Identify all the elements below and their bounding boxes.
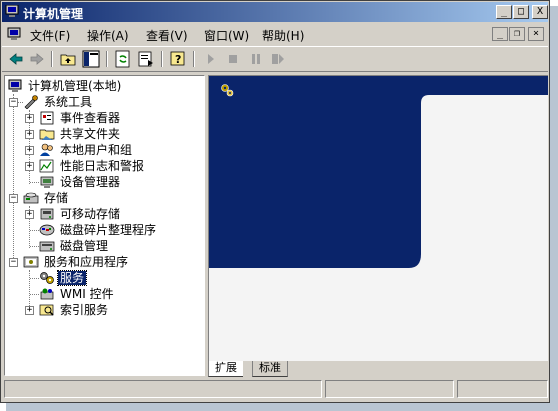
removable-storage-icon [40, 208, 54, 220]
computer-icon [5, 5, 19, 17]
collapse-toggle[interactable]: − [9, 258, 18, 267]
back-icon[interactable] [7, 50, 25, 68]
tree-node-label: 事件查看器 [60, 111, 121, 125]
event-viewer-icon [40, 111, 54, 125]
tree-node-label: 共享文件夹 [60, 127, 121, 141]
menu-window[interactable]: 窗口(W) [204, 27, 249, 44]
expand-toggle[interactable]: + [25, 162, 34, 171]
tree-connector [30, 278, 39, 279]
tab-extended[interactable]: 扩展 [208, 361, 243, 377]
tree-node-label: 本地用户和组 [60, 143, 133, 157]
menu-bar: 文件(F) 操作(A) 查看(V) 窗口(W) 帮助(H) _ ❐ × [2, 23, 548, 45]
title-bar[interactable]: 计算机管理 _ □ X [2, 2, 548, 22]
services-banner [209, 76, 548, 268]
help-icon[interactable]: ? [169, 50, 187, 68]
tree-connector [13, 94, 14, 264]
console-tree[interactable]: 计算机管理(本地) − 系统工具 + 事件查看器 + 共享文件夹 + 本地用户和… [4, 75, 205, 376]
storage-icon [23, 192, 39, 204]
menu-view[interactable]: 查看(V) [146, 27, 188, 44]
minimize-button[interactable]: _ [496, 5, 512, 19]
status-cell [325, 380, 454, 398]
performance-icon [39, 159, 54, 173]
toolbar-separator [51, 51, 53, 67]
tree-connector [30, 294, 39, 295]
expand-toggle[interactable]: + [25, 210, 34, 219]
expand-toggle[interactable]: + [25, 146, 34, 155]
toolbar-separator [193, 51, 195, 67]
menu-help[interactable]: 帮助(H) [262, 27, 304, 44]
mdi-restore-button[interactable]: ❐ [509, 27, 525, 41]
tree-node-label: 服务和应用程序 [44, 255, 129, 269]
mdi-minimize-button[interactable]: _ [492, 27, 508, 41]
collapse-toggle[interactable]: − [9, 194, 18, 203]
expand-toggle[interactable]: + [25, 114, 34, 123]
tree-node-label: WMI 控件 [60, 287, 114, 301]
users-icon [40, 143, 53, 156]
status-cell [457, 380, 548, 398]
tree-node-label: 磁盘碎片整理程序 [60, 223, 157, 237]
toolbar-separator [161, 51, 163, 67]
up-folder-icon[interactable] [59, 50, 77, 68]
indexing-icon [39, 304, 54, 316]
gears-icon [40, 272, 54, 284]
toolbar-separator [106, 51, 108, 67]
pause-icon[interactable] [247, 50, 265, 68]
disk-management-icon [39, 241, 55, 252]
tree-node-label: 计算机管理(本地) [28, 79, 122, 93]
status-cell [4, 380, 322, 398]
mdi-close-button[interactable]: × [528, 27, 544, 41]
toolbar: ? [2, 46, 548, 72]
services-apps-icon [23, 256, 39, 268]
window-title: 计算机管理 [23, 7, 84, 21]
computer-icon [8, 79, 22, 92]
play-icon[interactable] [202, 50, 220, 68]
shared-folder-icon [39, 129, 55, 140]
tree-node-label: 系统工具 [44, 95, 93, 109]
close-button[interactable]: X [532, 5, 548, 19]
tree-node-label: 索引服务 [60, 303, 109, 317]
svg-text:?: ? [175, 53, 181, 66]
export-icon[interactable] [137, 50, 155, 68]
tree-node-label: 磁盘管理 [60, 239, 109, 253]
tree-node-label: 设备管理器 [60, 175, 121, 189]
status-bar [4, 380, 548, 398]
menu-action[interactable]: 操作(A) [87, 27, 129, 44]
tree-node-label: 存储 [44, 191, 69, 205]
menu-file[interactable]: 文件(F) [30, 27, 70, 44]
tree-connector [30, 182, 39, 183]
tree-node-label: 可移动存储 [60, 207, 121, 221]
wmi-icon [40, 288, 54, 300]
tree-node-label: 性能日志和警报 [60, 159, 145, 173]
defrag-icon [39, 224, 55, 236]
show-tree-icon[interactable] [82, 50, 100, 68]
tab-standard[interactable]: 标准 [252, 361, 288, 377]
expand-toggle[interactable]: + [25, 306, 34, 315]
tree-connector [30, 246, 39, 247]
gears-icon [221, 84, 234, 97]
detail-pane[interactable] [208, 75, 548, 361]
tree-node-label: 服务 [56, 270, 88, 286]
tree-connector [30, 230, 39, 231]
forward-icon[interactable] [28, 50, 46, 68]
device-manager-icon [40, 176, 54, 188]
computer-icon[interactable] [6, 27, 22, 41]
collapse-toggle[interactable]: − [9, 98, 18, 107]
maximize-button[interactable]: □ [513, 5, 529, 19]
stop-icon[interactable] [224, 50, 242, 68]
expand-toggle[interactable]: + [25, 130, 34, 139]
restart-icon[interactable] [269, 50, 287, 68]
refresh-icon[interactable] [114, 50, 132, 68]
view-tabs: 扩展 标准 [208, 361, 548, 377]
computer-management-window: 计算机管理 _ □ X 文件(F) 操作(A) 查看(V) 窗口(W) 帮助(H… [0, 0, 550, 403]
tools-icon [24, 95, 38, 109]
